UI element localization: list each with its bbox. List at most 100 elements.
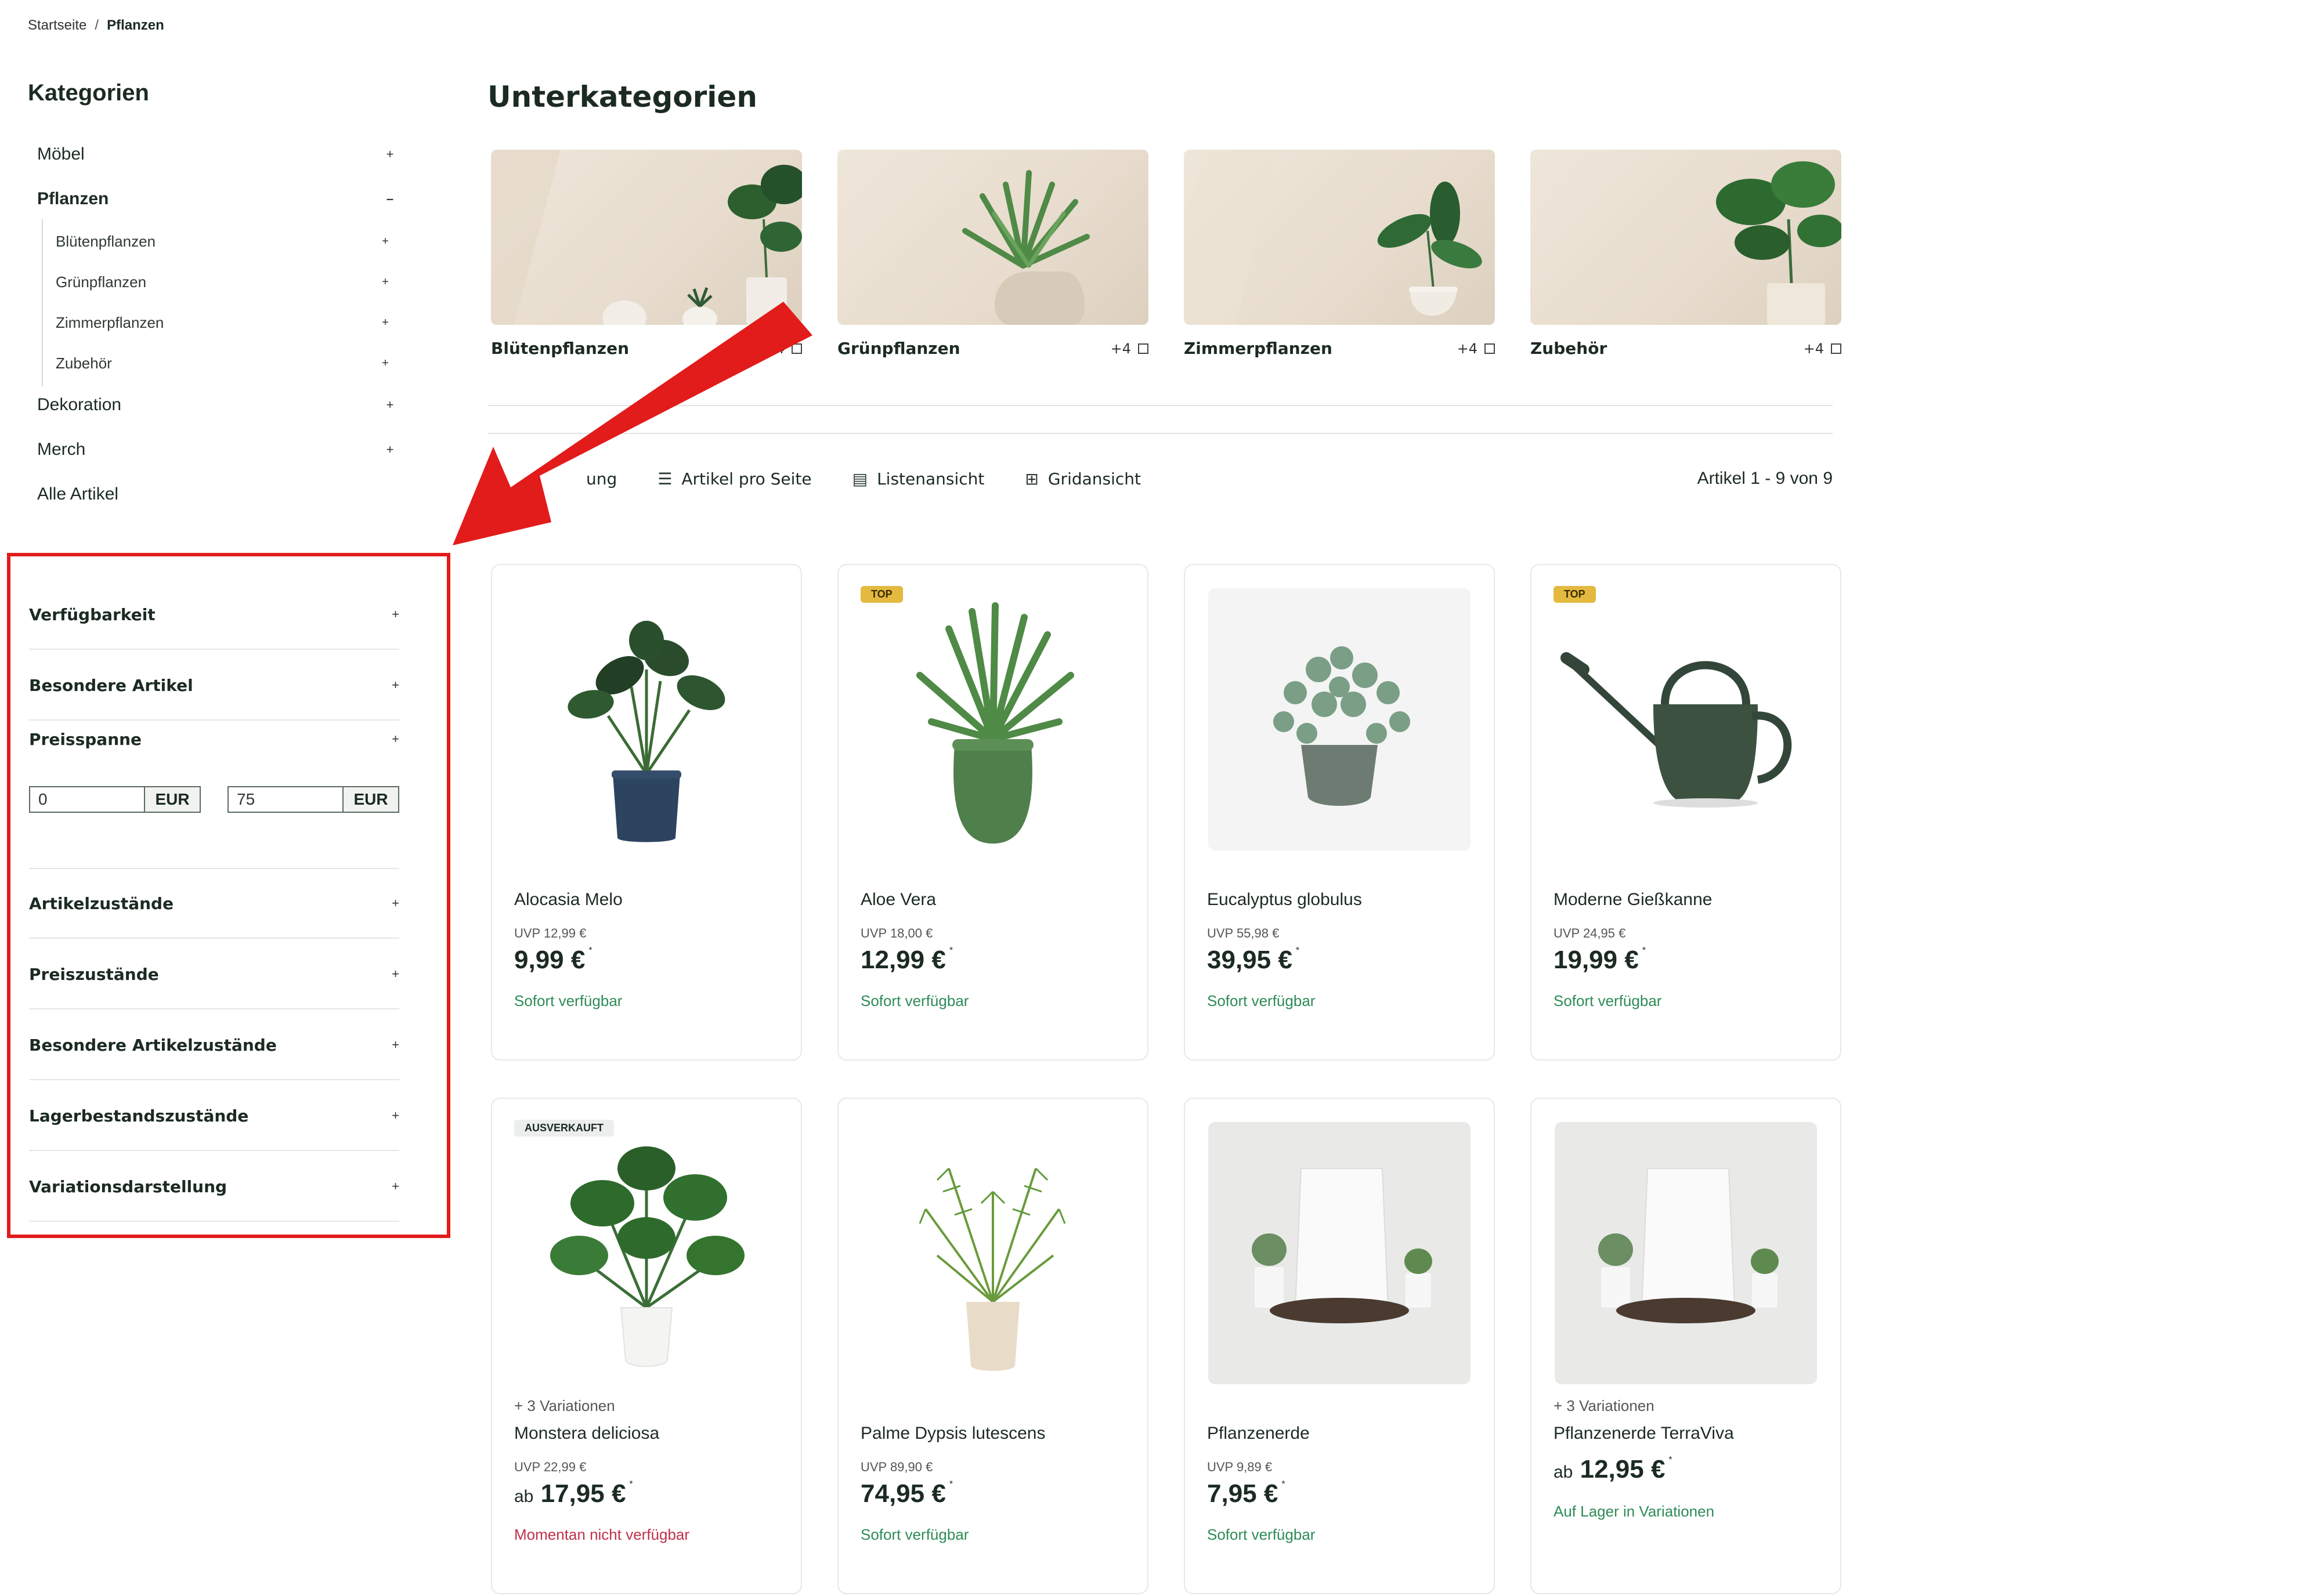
product-name[interactable]: Pflanzenerde TerraViva	[1553, 1424, 1734, 1443]
more-count: +4	[1457, 341, 1495, 357]
subcategory-image	[491, 150, 802, 325]
subcategory-card-gruenpflanzen[interactable]: Grünpflanzen +4	[837, 150, 1148, 358]
stock-status: Sofort verfügbar	[1553, 992, 1662, 1009]
product-uvp: UVP 22,99 €	[514, 1460, 587, 1474]
category-label: Dekoration	[37, 395, 122, 414]
product-name[interactable]: Aloe Vera	[861, 890, 936, 910]
subcategory-bluetenpflanzen[interactable]: Blütenpflanzen +	[56, 225, 392, 258]
product-card-monstera-deliciosa[interactable]: AUSVERKAUFT + 3 Variationen Monstera del…	[491, 1098, 802, 1594]
expand-plus-icon[interactable]: +	[378, 357, 392, 370]
product-card-moderne-giesskanne[interactable]: TOP Moderne Gießkanne UVP 24,95 € 19,99 …	[1530, 564, 1841, 1061]
top-badge: TOP	[1553, 586, 1596, 603]
product-card-pflanzenerde-terraviva[interactable]: + 3 Variationen Pflanzenerde TerraViva a…	[1530, 1098, 1841, 1594]
square-icon	[1831, 343, 1841, 354]
grid-view-label: Gridansicht	[1047, 469, 1141, 488]
square-icon	[1484, 343, 1495, 354]
filter-variationsdarstellung[interactable]: Variationsdarstellung +	[29, 1152, 399, 1222]
breadcrumb-separator: /	[95, 17, 99, 33]
filter-besondere-artikel[interactable]: Besondere Artikel +	[29, 651, 399, 721]
currency-label: EUR	[342, 787, 398, 812]
product-image	[515, 588, 778, 851]
category-dekoration[interactable]: Dekoration +	[37, 388, 397, 422]
top-badge: TOP	[861, 586, 903, 603]
expand-plus-icon[interactable]: +	[392, 967, 399, 982]
product-card-eucalyptus-globulus[interactable]: Eucalyptus globulus UVP 55,98 € 39,95 € *…	[1184, 564, 1495, 1061]
product-image	[862, 588, 1124, 851]
breadcrumb-home-link[interactable]: Startseite	[28, 17, 86, 33]
collapse-minus-icon[interactable]: –	[383, 191, 397, 207]
product-card-palme-dypsis-lutescens[interactable]: Palme Dypsis lutescens UVP 89,90 € 74,95…	[837, 1098, 1148, 1594]
product-uvp: UVP 24,95 €	[1553, 926, 1626, 940]
subcategory-zubehoer[interactable]: Zubehör +	[56, 347, 392, 379]
product-name[interactable]: Alocasia Melo	[514, 890, 623, 910]
subcategory-image	[1530, 150, 1841, 325]
category-merch[interactable]: Merch +	[37, 432, 397, 467]
subcategory-label: Grünpflanzen	[56, 273, 147, 291]
category-alle-artikel[interactable]: Alle Artikel	[37, 477, 397, 512]
grid-view-icon: ⊞	[1025, 469, 1039, 488]
product-name[interactable]: Eucalyptus globulus	[1207, 890, 1362, 910]
category-moebel[interactable]: Möbel +	[37, 137, 397, 172]
square-icon	[1138, 343, 1148, 354]
item-count: Artikel 1 - 9 von 9	[1697, 469, 1833, 488]
subcategory-caption: Zubehör +4	[1530, 339, 1841, 358]
expand-plus-icon[interactable]: +	[392, 896, 399, 911]
filter-preisspanne[interactable]: Preisspanne +	[29, 722, 399, 757]
product-uvp: UVP 12,99 €	[514, 926, 587, 940]
product-card-pflanzenerde[interactable]: Pflanzenerde UVP 9,89 € 7,95 € * Sofort v…	[1184, 1098, 1495, 1594]
stock-status: Momentan nicht verfügbar	[514, 1526, 690, 1543]
product-name[interactable]: Palme Dypsis lutescens	[861, 1424, 1045, 1443]
filter-label: Preisspanne	[29, 729, 142, 749]
product-uvp: UVP 18,00 €	[861, 926, 933, 940]
expand-plus-icon[interactable]: +	[392, 607, 399, 622]
product-price: 7,95 € *	[1207, 1479, 1285, 1508]
product-card-alocasia-melo[interactable]: Alocasia Melo UVP 12,99 € 9,99 € * Sofort…	[491, 564, 802, 1061]
product-price: 74,95 € *	[861, 1479, 953, 1508]
subcategory-gruenpflanzen[interactable]: Grünpflanzen +	[56, 266, 392, 298]
subcategory-label: Zubehör	[56, 354, 112, 372]
filter-label: Verfügbarkeit	[29, 605, 156, 624]
filter-besondere-artikelzustaende[interactable]: Besondere Artikelzustände +	[29, 1011, 399, 1080]
subcategory-zimmerpflanzen[interactable]: Zimmerpflanzen +	[56, 306, 392, 339]
subcategory-image	[837, 150, 1148, 325]
price-min-input[interactable]	[30, 787, 144, 812]
filter-verfuegbarkeit[interactable]: Verfügbarkeit +	[29, 580, 399, 650]
subcategory-guide-line	[42, 219, 43, 386]
categories-heading: Kategorien	[28, 80, 149, 106]
subcategory-label: Blütenpflanzen	[56, 232, 156, 250]
expand-plus-icon[interactable]: +	[392, 678, 399, 693]
subcategory-card-zubehoer[interactable]: Zubehör +4	[1530, 150, 1841, 358]
filter-preiszustaende[interactable]: Preiszustände +	[29, 940, 399, 1009]
expand-plus-icon[interactable]: +	[392, 1179, 399, 1194]
product-name[interactable]: Pflanzenerde	[1207, 1424, 1310, 1443]
expand-plus-icon[interactable]: +	[392, 1108, 399, 1123]
product-image	[1208, 588, 1471, 851]
expand-plus-icon[interactable]: +	[378, 316, 392, 330]
expand-plus-icon[interactable]: +	[378, 276, 392, 289]
price-max-input[interactable]	[229, 787, 342, 812]
expand-plus-icon[interactable]: +	[383, 442, 397, 457]
expand-plus-icon[interactable]: +	[392, 1037, 399, 1052]
expand-plus-icon[interactable]: +	[383, 397, 397, 412]
list-view-label: Listenansicht	[877, 469, 985, 488]
subcategory-card-zimmerpflanzen[interactable]: Zimmerpflanzen +4	[1184, 150, 1495, 358]
product-price: 39,95 € *	[1207, 946, 1300, 974]
product-name[interactable]: Moderne Gießkanne	[1553, 890, 1713, 910]
filter-label: Lagerbestandszustände	[29, 1106, 249, 1125]
collapse-toggle-icon[interactable]: +	[392, 732, 399, 747]
list-view-icon: ▤	[852, 469, 868, 488]
product-name[interactable]: Monstera deliciosa	[514, 1424, 659, 1443]
category-pflanzen[interactable]: Pflanzen –	[37, 182, 397, 216]
filter-lagerbestandszustaende[interactable]: Lagerbestandszustände +	[29, 1081, 399, 1151]
subcategories-heading: Unterkategorien	[487, 80, 757, 114]
expand-plus-icon[interactable]: +	[383, 147, 397, 162]
category-label: Pflanzen	[37, 189, 109, 208]
product-card-aloe-vera[interactable]: TOP Aloe Vera UVP 18,00 € 12,99 € * Sofor…	[837, 564, 1148, 1061]
list-view-button[interactable]: ▤ Listenansicht	[852, 469, 985, 488]
subcategory-name: Grünpflanzen	[837, 339, 960, 358]
expand-plus-icon[interactable]: +	[378, 235, 392, 248]
grid-view-button[interactable]: ⊞ Gridansicht	[1025, 469, 1141, 488]
more-count: +4	[1804, 341, 1841, 357]
filter-artikelzustaende[interactable]: Artikelzustände +	[29, 869, 399, 939]
product-price: 12,99 € *	[861, 946, 953, 974]
